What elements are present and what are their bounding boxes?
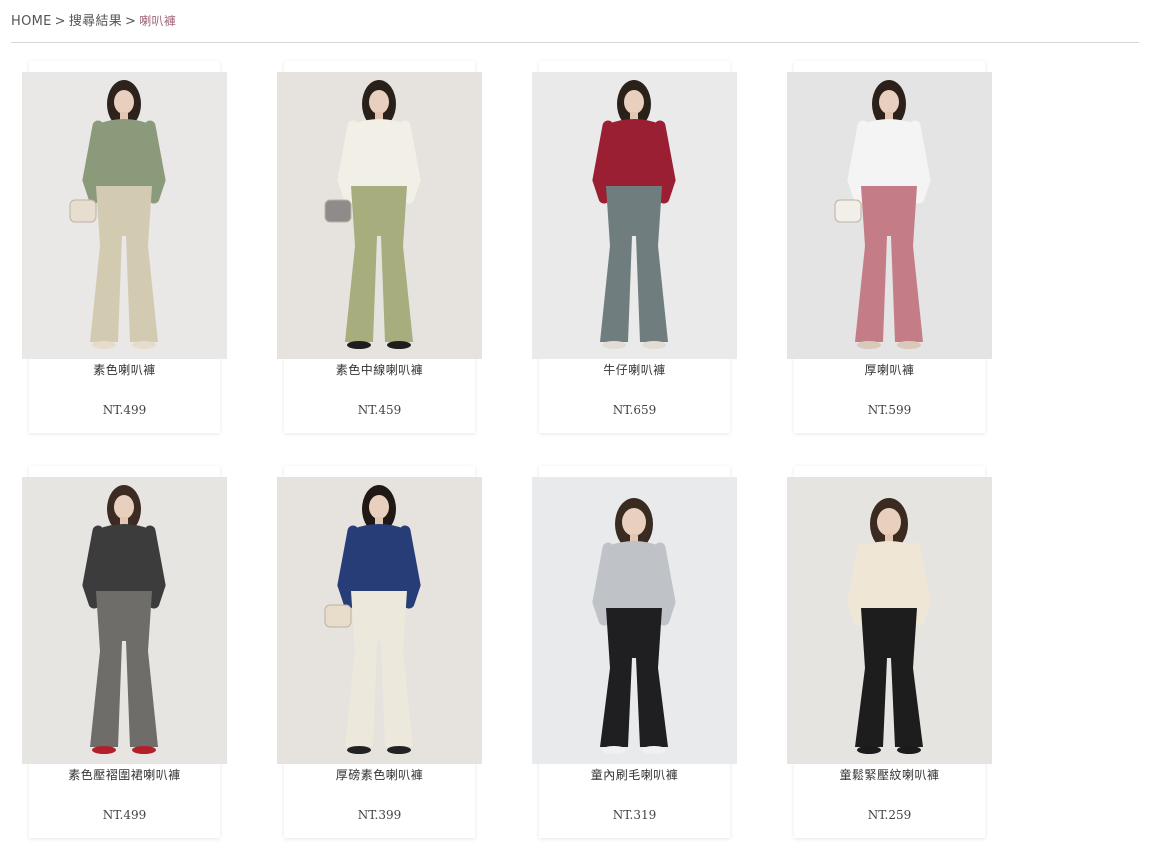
model-face: [624, 90, 644, 114]
model-right-shoe: [132, 746, 156, 754]
breadcrumb-home-link[interactable]: HOME: [11, 14, 52, 29]
model-left-shoe: [92, 746, 116, 754]
breadcrumb-current: 喇叭褲: [139, 14, 177, 28]
model-left-shoe: [602, 746, 626, 754]
product-price: NT.499: [102, 403, 147, 417]
product-price: NT.259: [867, 808, 912, 822]
product-photo: [787, 477, 992, 764]
product-price: NT.399: [357, 808, 402, 822]
product-photo: [787, 72, 992, 359]
model-left-shoe: [347, 746, 371, 754]
breadcrumb-search-results-link[interactable]: 搜尋結果: [69, 14, 122, 29]
product-name[interactable]: 素色中線喇叭褲: [277, 361, 482, 379]
product-name[interactable]: 童內刷毛喇叭褲: [532, 766, 737, 784]
product-name[interactable]: 素色喇叭褲: [22, 361, 227, 379]
model-left-shoe: [602, 341, 626, 349]
breadcrumb-separator: >: [54, 14, 66, 29]
product-photo: [532, 477, 737, 764]
product-name[interactable]: 厚磅素色喇叭褲: [277, 766, 482, 784]
model-face: [114, 90, 134, 114]
model-left-shoe: [347, 341, 371, 349]
product-photo: [22, 72, 227, 359]
model-handbag: [324, 604, 352, 628]
photo-floor: [22, 322, 227, 359]
model-right-shoe: [642, 341, 666, 349]
model-right-shoe: [132, 341, 156, 349]
product-card[interactable]: 素色喇叭褲 NT.499: [22, 61, 227, 433]
product-price: NT.659: [612, 403, 657, 417]
product-name[interactable]: 童鬆緊壓紋喇叭褲: [787, 766, 992, 784]
model-left-shoe: [92, 341, 116, 349]
model-face: [879, 90, 899, 114]
model-left-shoe: [857, 746, 881, 754]
model-right-shoe: [387, 341, 411, 349]
product-image[interactable]: [22, 72, 227, 359]
product-name[interactable]: 牛仔喇叭褲: [532, 361, 737, 379]
model-face: [369, 495, 389, 519]
model-handbag: [324, 199, 352, 223]
product-card[interactable]: 童鬆緊壓紋喇叭褲 NT.259: [787, 466, 992, 838]
product-listing-page: HOME > 搜尋結果 > 喇叭褲 素色喇叭褲 NT.499 素色中線喇叭褲 NT.45…: [0, 0, 1151, 854]
breadcrumb-divider: [11, 42, 1139, 43]
product-image[interactable]: [22, 477, 227, 764]
photo-floor: [787, 727, 992, 764]
product-name[interactable]: 厚喇叭褲: [787, 361, 992, 379]
photo-floor: [532, 727, 737, 764]
model-handbag: [69, 199, 97, 223]
product-image[interactable]: [277, 72, 482, 359]
model-left-shoe: [857, 341, 881, 349]
model-face: [622, 508, 646, 536]
product-image[interactable]: [787, 477, 992, 764]
product-card[interactable]: 厚喇叭褲 NT.599: [787, 61, 992, 433]
product-photo: [277, 72, 482, 359]
product-photo: [532, 72, 737, 359]
product-photo: [277, 477, 482, 764]
product-price: NT.459: [357, 403, 402, 417]
model-handbag: [834, 199, 862, 223]
model-face: [114, 495, 134, 519]
model-right-shoe: [897, 746, 921, 754]
photo-floor: [277, 322, 482, 359]
breadcrumb: HOME > 搜尋結果 > 喇叭褲: [11, 12, 176, 31]
product-price: NT.319: [612, 808, 657, 822]
photo-floor: [277, 727, 482, 764]
product-image[interactable]: [277, 477, 482, 764]
product-image[interactable]: [787, 72, 992, 359]
product-photo: [22, 477, 227, 764]
model-right-shoe: [897, 341, 921, 349]
model-right-shoe: [387, 746, 411, 754]
breadcrumb-separator: >: [125, 14, 137, 29]
product-card[interactable]: 素色壓褶圍裙喇叭褲 NT.499: [22, 466, 227, 838]
product-card[interactable]: 童內刷毛喇叭褲 NT.319: [532, 466, 737, 838]
product-price: NT.499: [102, 808, 147, 822]
photo-floor: [787, 322, 992, 359]
product-card[interactable]: 牛仔喇叭褲 NT.659: [532, 61, 737, 433]
product-name[interactable]: 素色壓褶圍裙喇叭褲: [22, 766, 227, 784]
product-card[interactable]: 素色中線喇叭褲 NT.459: [277, 61, 482, 433]
product-price: NT.599: [867, 403, 912, 417]
model-face: [369, 90, 389, 114]
photo-floor: [532, 322, 737, 359]
product-image[interactable]: [532, 72, 737, 359]
model-face: [877, 508, 901, 536]
model-right-shoe: [642, 746, 666, 754]
product-image[interactable]: [532, 477, 737, 764]
product-card[interactable]: 厚磅素色喇叭褲 NT.399: [277, 466, 482, 838]
photo-floor: [22, 727, 227, 764]
